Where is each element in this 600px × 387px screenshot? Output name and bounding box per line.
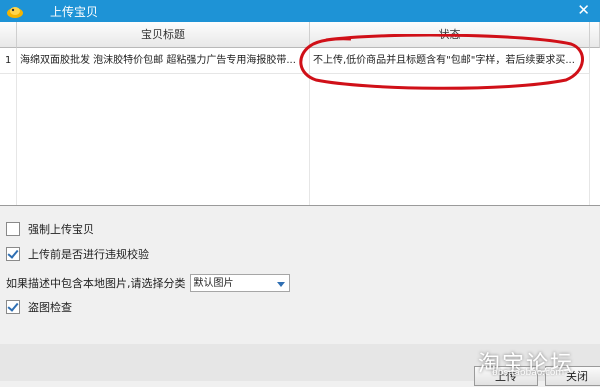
watermark-site: bbs.taobao.com: [492, 368, 565, 378]
violation-check-option[interactable]: 上传前是否进行违规校验: [6, 244, 149, 264]
category-selected-value: 默认图片: [193, 278, 234, 289]
force-upload-label: 强制上传宝贝: [28, 223, 94, 236]
category-select[interactable]: 默认图片: [189, 274, 290, 292]
row-status-cell[interactable]: 不上传,低价商品并且标题含有"包邮"字样，若后续要求买...: [310, 48, 590, 74]
image-theft-check-checkbox[interactable]: [6, 300, 20, 314]
grid-line: [16, 74, 17, 205]
violation-check-checkbox[interactable]: [6, 247, 20, 261]
violation-check-label: 上传前是否进行违规校验: [28, 248, 149, 261]
grid-line: [589, 74, 590, 205]
app-logo-icon: [7, 7, 23, 18]
window-title: 上传宝贝: [50, 5, 99, 19]
chevron-down-icon[interactable]: [276, 282, 285, 287]
column-header-title[interactable]: 宝贝标题: [17, 22, 310, 48]
upload-table: 宝贝标题 状态 1 海绵双面胶批发 泡沫胶特价包邮 超粘强力广告专用海报胶带..…: [0, 22, 600, 206]
image-theft-check-option[interactable]: 盗图检查: [6, 297, 72, 317]
category-prompt: 如果描述中包含本地图片,请选择分类: [6, 277, 186, 290]
force-upload-option[interactable]: 强制上传宝贝: [6, 219, 94, 239]
image-theft-check-label: 盗图检查: [28, 301, 72, 314]
row-number-header: [0, 22, 17, 48]
row-index: 1: [0, 48, 17, 74]
grid-line: [309, 74, 310, 205]
header-filler: [590, 22, 600, 48]
category-row: 如果描述中包含本地图片,请选择分类 默认图片: [6, 273, 290, 293]
force-upload-checkbox[interactable]: [6, 222, 20, 236]
row-title-cell[interactable]: 海绵双面胶批发 泡沫胶特价包邮 超粘强力广告专用海报胶带...: [17, 48, 310, 74]
close-icon[interactable]: ✕: [577, 1, 590, 19]
column-header-status[interactable]: 状态: [310, 22, 590, 48]
title-bar: 上传宝贝 ✕: [0, 0, 600, 22]
